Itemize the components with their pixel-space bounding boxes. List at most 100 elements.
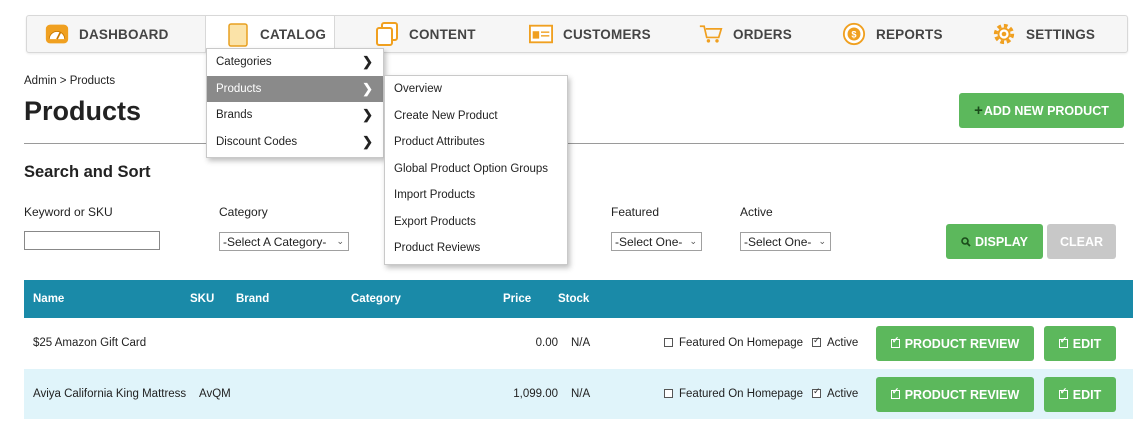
submenu-item-global-product-option-groups[interactable]: Global Product Option Groups bbox=[385, 156, 567, 183]
chevron-right-icon: ❯ bbox=[362, 133, 373, 149]
active-checkbox-group[interactable]: Active bbox=[812, 369, 858, 419]
active-checkbox[interactable] bbox=[812, 335, 821, 347]
menu-item-label: Discount Codes bbox=[216, 135, 298, 148]
column-header-category[interactable]: Category bbox=[351, 280, 401, 318]
nav-settings[interactable]: SETTINGS bbox=[992, 16, 1095, 52]
submenu-item-export-products[interactable]: Export Products bbox=[385, 209, 567, 236]
column-header-sku[interactable]: SKU bbox=[190, 280, 214, 318]
nav-reports-label: REPORTS bbox=[876, 26, 943, 42]
product-review-label: PRODUCT REVIEW bbox=[904, 336, 1020, 351]
category-select[interactable]: -Select A Category- ⌄ bbox=[219, 232, 349, 251]
menu-item-label: Categories bbox=[216, 56, 272, 69]
submenu-item-product-reviews[interactable]: Product Reviews bbox=[385, 235, 567, 262]
menu-item-label: Brands bbox=[216, 109, 253, 122]
active-label: Active bbox=[740, 205, 773, 219]
featured-label: Featured bbox=[611, 205, 660, 219]
svg-text:$: $ bbox=[851, 30, 856, 40]
breadcrumb: Admin > Products bbox=[24, 75, 116, 87]
nav-customers[interactable]: CUSTOMERS bbox=[529, 16, 651, 52]
product-sku: AvQM bbox=[199, 388, 231, 400]
submenu-item-create-new-product[interactable]: Create New Product bbox=[385, 103, 567, 130]
display-button-label: DISPLAY bbox=[974, 234, 1029, 249]
page-title: Products bbox=[24, 96, 142, 126]
catalog-icon bbox=[226, 22, 250, 47]
product-name: $25 Amazon Gift Card bbox=[33, 337, 147, 349]
product-price: 1,099.00 bbox=[513, 388, 558, 400]
menu-item-discount-codes[interactable]: Discount Codes ❯ bbox=[207, 129, 383, 156]
submenu-item-overview[interactable]: Overview bbox=[385, 76, 567, 103]
edit-check-icon bbox=[890, 335, 900, 348]
featured-select[interactable]: -Select One- ⌄ bbox=[611, 232, 702, 251]
featured-checkbox[interactable] bbox=[664, 337, 673, 347]
active-checkbox-label: Active bbox=[827, 337, 859, 349]
featured-checkbox-group[interactable]: Featured On Homepage bbox=[664, 318, 803, 368]
edit-button[interactable]: EDIT bbox=[1044, 377, 1116, 412]
plus-icon: + bbox=[974, 102, 983, 119]
edit-check-icon bbox=[890, 386, 900, 399]
edit-label: EDIT bbox=[1072, 336, 1102, 351]
menu-item-products[interactable]: Products ❯ bbox=[207, 75, 383, 102]
product-stock: N/A bbox=[571, 337, 591, 349]
nav-orders-label: ORDERS bbox=[733, 26, 792, 42]
featured-checkbox-label: Featured On Homepage bbox=[679, 388, 804, 400]
nav-customers-label: CUSTOMERS bbox=[563, 26, 651, 42]
top-navigation-bar: DASHBOARD CATALOG CONTENT CUSTOMERS ORDE… bbox=[26, 15, 1128, 53]
nav-dashboard-label: DASHBOARD bbox=[79, 26, 169, 42]
table-header: Name SKU Brand Category Price Stock bbox=[24, 280, 1133, 318]
product-review-button[interactable]: PRODUCT REVIEW bbox=[876, 377, 1034, 412]
product-review-button[interactable]: PRODUCT REVIEW bbox=[876, 326, 1034, 361]
settings-gear-icon bbox=[992, 22, 1016, 46]
edit-check-icon bbox=[1058, 386, 1068, 399]
active-checkbox[interactable] bbox=[812, 386, 821, 398]
submenu-item-import-products[interactable]: Import Products bbox=[385, 182, 567, 209]
product-price: 0.00 bbox=[535, 337, 558, 349]
submenu-item-product-attributes[interactable]: Product Attributes bbox=[385, 129, 567, 156]
nav-content-label: CONTENT bbox=[409, 26, 476, 42]
featured-checkbox[interactable] bbox=[664, 388, 673, 398]
add-new-product-button[interactable]: + ADD NEW PRODUCT bbox=[959, 93, 1124, 128]
featured-checkbox-group[interactable]: Featured On Homepage bbox=[664, 369, 803, 419]
search-section-title: Search and Sort bbox=[24, 163, 151, 181]
nav-orders[interactable]: ORDERS bbox=[699, 16, 792, 52]
featured-select-value: -Select One- bbox=[615, 234, 683, 249]
chevron-right-icon: ❯ bbox=[362, 54, 373, 70]
product-name: Aviya California King Mattress bbox=[33, 388, 187, 400]
divider bbox=[24, 143, 1124, 144]
active-select-value: -Select One- bbox=[744, 234, 812, 249]
edit-button[interactable]: EDIT bbox=[1044, 326, 1116, 361]
menu-item-brands[interactable]: Brands ❯ bbox=[207, 102, 383, 129]
column-header-name[interactable]: Name bbox=[33, 280, 64, 318]
reports-coin-icon: $ bbox=[842, 22, 866, 46]
nav-catalog-label: CATALOG bbox=[260, 27, 327, 42]
table-row: $25 Amazon Gift Card 0.00 N/A Featured O… bbox=[24, 318, 1133, 368]
keyword-sku-input[interactable] bbox=[24, 231, 160, 250]
nav-settings-label: SETTINGS bbox=[1026, 26, 1096, 42]
category-label: Category bbox=[219, 205, 268, 219]
nav-reports[interactable]: $ REPORTS bbox=[842, 16, 943, 52]
chevron-right-icon: ❯ bbox=[362, 80, 373, 96]
nav-content[interactable]: CONTENT bbox=[375, 16, 476, 52]
active-checkbox-group[interactable]: Active bbox=[812, 318, 858, 368]
active-checkbox-label: Active bbox=[827, 388, 859, 400]
dashboard-icon bbox=[45, 22, 69, 46]
menu-item-categories[interactable]: Categories ❯ bbox=[207, 49, 383, 76]
edit-check-icon bbox=[1058, 335, 1068, 348]
column-header-brand[interactable]: Brand bbox=[236, 280, 269, 318]
add-new-product-label: ADD NEW PRODUCT bbox=[983, 103, 1109, 118]
products-submenu: Overview Create New Product Product Attr… bbox=[384, 75, 568, 265]
active-select[interactable]: -Select One- ⌄ bbox=[740, 232, 831, 251]
chevron-down-icon: ⌄ bbox=[818, 236, 826, 246]
column-header-stock[interactable]: Stock bbox=[558, 280, 589, 318]
orders-cart-icon bbox=[699, 22, 723, 46]
column-header-price[interactable]: Price bbox=[503, 280, 531, 318]
customers-icon bbox=[529, 22, 553, 46]
table-row: Aviya California King Mattress AvQM 1,09… bbox=[24, 369, 1133, 419]
featured-checkbox-label: Featured On Homepage bbox=[679, 337, 804, 349]
chevron-right-icon: ❯ bbox=[362, 107, 373, 123]
clear-button[interactable]: CLEAR bbox=[1047, 224, 1116, 259]
product-review-label: PRODUCT REVIEW bbox=[904, 387, 1020, 402]
chevron-down-icon: ⌄ bbox=[689, 236, 697, 246]
product-stock: N/A bbox=[571, 388, 591, 400]
nav-dashboard[interactable]: DASHBOARD bbox=[45, 16, 169, 52]
display-button[interactable]: DISPLAY bbox=[946, 224, 1043, 259]
